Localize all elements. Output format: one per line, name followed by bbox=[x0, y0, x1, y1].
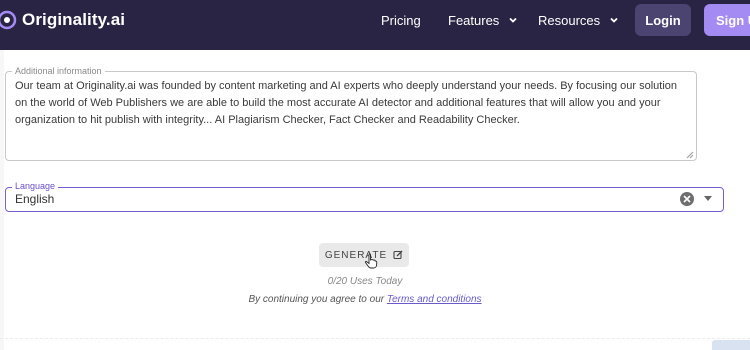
terms-prefix: By continuing you agree to our bbox=[248, 294, 387, 305]
nav-pricing-label: Pricing bbox=[381, 12, 421, 28]
divider bbox=[0, 338, 750, 339]
nav-pricing[interactable]: Pricing bbox=[381, 11, 421, 29]
language-label: Language bbox=[12, 181, 59, 191]
nav-features[interactable]: Features bbox=[448, 11, 518, 29]
caret-down-icon[interactable] bbox=[704, 196, 712, 202]
hand-cursor-icon bbox=[364, 253, 378, 269]
signup-button[interactable]: Sign Up bbox=[704, 4, 750, 36]
language-select[interactable] bbox=[5, 187, 724, 212]
originality-logo-icon bbox=[0, 10, 17, 30]
nav-features-label: Features bbox=[448, 12, 500, 28]
clear-icon[interactable] bbox=[680, 192, 694, 206]
close-icon bbox=[683, 195, 691, 203]
chevron-down-icon bbox=[509, 17, 517, 23]
terms-notice: By continuing you agree to our Terms and… bbox=[0, 294, 730, 305]
recaptcha-badge[interactable] bbox=[712, 340, 750, 350]
top-navbar: Originality.ai Pricing Features Resource… bbox=[0, 0, 750, 50]
brand-name: Originality.ai bbox=[22, 10, 126, 29]
chevron-down-icon bbox=[610, 17, 618, 23]
additional-info-value[interactable]: Our team at Originality.ai was founded b… bbox=[15, 78, 687, 129]
brand[interactable]: Originality.ai bbox=[0, 7, 125, 33]
terms-link[interactable]: Terms and conditions bbox=[387, 294, 482, 305]
resize-handle-icon[interactable] bbox=[686, 151, 694, 159]
nav-resources-label: Resources bbox=[538, 12, 601, 28]
left-edge bbox=[0, 50, 4, 350]
edit-icon bbox=[393, 250, 403, 260]
uses-today-text: 0/20 Uses Today bbox=[327, 276, 403, 287]
additional-info-label: Additional information bbox=[12, 66, 105, 76]
login-button[interactable]: Login bbox=[635, 4, 691, 36]
language-selected-value[interactable]: English bbox=[15, 192, 54, 206]
nav-resources[interactable]: Resources bbox=[538, 11, 619, 29]
